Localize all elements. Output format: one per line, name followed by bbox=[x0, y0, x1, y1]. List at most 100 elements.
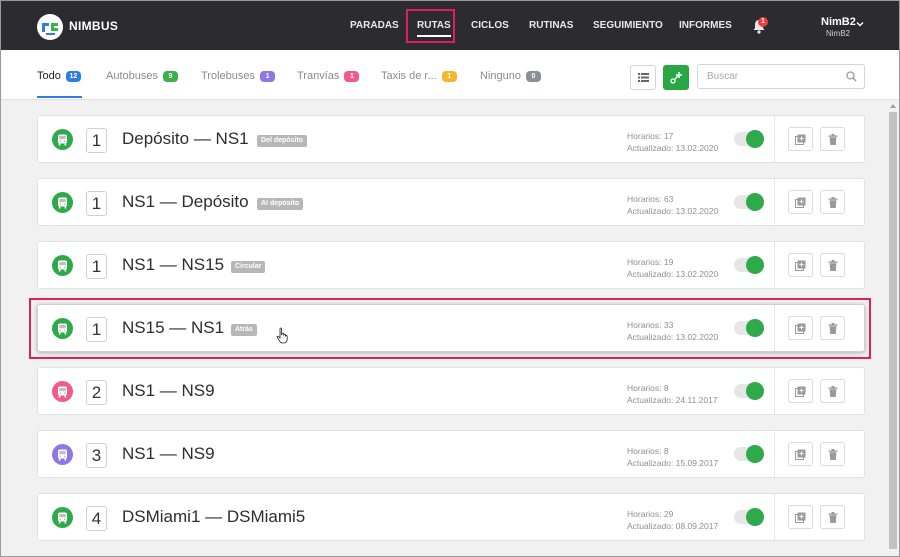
trash-icon bbox=[828, 322, 837, 334]
bus-icon bbox=[58, 323, 67, 334]
copy-route-button[interactable] bbox=[788, 190, 813, 214]
vehicle-type-indicator bbox=[52, 381, 73, 402]
copy-icon bbox=[795, 197, 806, 208]
toggle-knob bbox=[746, 319, 764, 337]
tab-count-badge: 12 bbox=[65, 70, 81, 82]
bus-icon bbox=[58, 197, 67, 208]
tab-count-badge: 1 bbox=[260, 70, 276, 82]
copy-route-button[interactable] bbox=[788, 505, 813, 529]
nimbus-logo-icon[interactable] bbox=[37, 14, 63, 40]
copy-icon bbox=[795, 323, 806, 334]
copy-route-button[interactable] bbox=[788, 127, 813, 151]
tab-count-badge: 9 bbox=[162, 70, 178, 82]
tab-label: Taxis de r... bbox=[381, 70, 437, 82]
copy-route-button[interactable] bbox=[788, 316, 813, 340]
route-row[interactable]: 1 Depósito — NS1 Del depósito Horarios: … bbox=[37, 115, 865, 163]
copy-icon bbox=[795, 134, 806, 145]
route-name[interactable]: NS1 — Depósito bbox=[122, 192, 249, 212]
route-name[interactable]: DSMiami1 — DSMiami5 bbox=[122, 507, 305, 527]
add-route-button[interactable] bbox=[663, 65, 689, 90]
user-name[interactable]: NimB2 bbox=[821, 16, 856, 28]
route-number: 1 bbox=[86, 317, 107, 342]
delete-route-button[interactable] bbox=[820, 379, 845, 403]
vehicle-type-indicator bbox=[52, 444, 73, 465]
chevron-down-icon[interactable] bbox=[856, 20, 864, 28]
tab-ninguno[interactable]: Ninguno 0 bbox=[480, 70, 541, 82]
route-enabled-toggle[interactable] bbox=[734, 382, 764, 400]
route-name[interactable]: NS15 — NS1 bbox=[122, 318, 224, 338]
updated-date: Actualizado: 13.02.2020 bbox=[627, 269, 719, 279]
route-enabled-toggle[interactable] bbox=[734, 508, 764, 526]
scrollbar-thumb[interactable] bbox=[889, 112, 897, 549]
delete-route-button[interactable] bbox=[820, 127, 845, 151]
list-icon bbox=[637, 73, 649, 82]
route-enabled-toggle[interactable] bbox=[734, 193, 764, 211]
nav-ciclos[interactable]: CICLOS bbox=[471, 20, 509, 31]
schedules-count: Horarios: 8 bbox=[627, 383, 669, 393]
vehicle-type-indicator bbox=[52, 318, 73, 339]
route-meta: Horarios: 17 Actualizado: 13.02.2020 bbox=[627, 130, 718, 154]
route-number: 1 bbox=[86, 254, 107, 279]
route-row[interactable]: 3 NS1 — NS9 Horarios: 8 Actualizado: 15.… bbox=[37, 430, 865, 478]
route-enabled-toggle[interactable] bbox=[734, 130, 764, 148]
schedules-count: Horarios: 17 bbox=[627, 131, 674, 141]
route-enabled-toggle[interactable] bbox=[734, 445, 764, 463]
copy-icon bbox=[795, 386, 806, 397]
brand-name[interactable]: NIMBUS bbox=[69, 19, 118, 33]
route-enabled-toggle[interactable] bbox=[734, 256, 764, 274]
toggle-knob bbox=[746, 193, 764, 211]
delete-route-button[interactable] bbox=[820, 442, 845, 466]
delete-route-button[interactable] bbox=[820, 253, 845, 277]
delete-route-button[interactable] bbox=[820, 505, 845, 529]
tab-taxis[interactable]: Taxis de r... 1 bbox=[381, 70, 457, 82]
user-subtitle: NimB2 bbox=[826, 29, 851, 38]
copy-icon bbox=[795, 449, 806, 460]
route-name[interactable]: NS1 — NS15 bbox=[122, 255, 224, 275]
search-input[interactable] bbox=[697, 64, 865, 89]
route-enabled-toggle[interactable] bbox=[734, 319, 764, 337]
nav-paradas[interactable]: PARADAS bbox=[350, 20, 399, 31]
divider bbox=[774, 494, 775, 540]
tab-trolebuses[interactable]: Trolebuses 1 bbox=[201, 70, 276, 82]
route-row[interactable]: 2 NS1 — NS9 Horarios: 8 Actualizado: 24.… bbox=[37, 367, 865, 415]
tab-todo[interactable]: Todo 12 bbox=[37, 70, 81, 82]
nav-rutinas[interactable]: RUTINAS bbox=[529, 20, 573, 31]
trash-icon bbox=[828, 448, 837, 460]
divider bbox=[774, 179, 775, 225]
tab-tranvias[interactable]: Tranvías 1 bbox=[297, 70, 360, 82]
route-row[interactable]: 1 NS15 — NS1 Atrás Horarios: 33 Actualiz… bbox=[37, 304, 865, 352]
scroll-up-arrow-icon[interactable] bbox=[889, 102, 897, 110]
tab-autobuses[interactable]: Autobuses 9 bbox=[106, 70, 178, 82]
vehicle-type-indicator bbox=[52, 255, 73, 276]
copy-route-button[interactable] bbox=[788, 253, 813, 277]
schedules-count: Horarios: 33 bbox=[627, 320, 674, 330]
schedules-count: Horarios: 63 bbox=[627, 194, 674, 204]
route-tag: Del depósito bbox=[257, 135, 308, 147]
updated-date: Actualizado: 13.02.2020 bbox=[627, 332, 719, 342]
route-tag: Circular bbox=[231, 261, 266, 273]
route-name[interactable]: NS1 — NS9 bbox=[122, 444, 215, 464]
route-number: 3 bbox=[86, 443, 107, 468]
nav-seguimiento[interactable]: SEGUIMIENTO bbox=[593, 20, 663, 31]
route-row[interactable]: 4 DSMiami1 — DSMiami5 Horarios: 29 Actua… bbox=[37, 493, 865, 541]
tab-label: Trolebuses bbox=[201, 70, 256, 82]
route-name[interactable]: NS1 — NS9 bbox=[122, 381, 215, 401]
nav-informes[interactable]: INFORMES bbox=[679, 20, 732, 31]
route-row[interactable]: 1 NS1 — NS15 Circular Horarios: 19 Actua… bbox=[37, 241, 865, 289]
routes-list: 1 Depósito — NS1 Del depósito Horarios: … bbox=[1, 100, 887, 556]
delete-route-button[interactable] bbox=[820, 316, 845, 340]
updated-date: Actualizado: 08.09.2017 bbox=[627, 521, 719, 531]
list-view-button[interactable] bbox=[630, 65, 656, 90]
route-meta: Horarios: 33 Actualizado: 13.02.2020 bbox=[627, 319, 718, 343]
bus-icon bbox=[58, 449, 67, 460]
trash-icon bbox=[828, 196, 837, 208]
delete-route-button[interactable] bbox=[820, 190, 845, 214]
copy-route-button[interactable] bbox=[788, 442, 813, 466]
tab-label: Ninguno bbox=[480, 70, 521, 82]
divider bbox=[774, 305, 775, 351]
copy-route-button[interactable] bbox=[788, 379, 813, 403]
search-icon bbox=[846, 71, 857, 82]
top-bar: NIMBUS PARADAS RUTAS CICLOS RUTINAS SEGU… bbox=[1, 1, 899, 50]
route-row[interactable]: 1 NS1 — Depósito Al depósito Horarios: 6… bbox=[37, 178, 865, 226]
route-name[interactable]: Depósito — NS1 bbox=[122, 129, 249, 149]
